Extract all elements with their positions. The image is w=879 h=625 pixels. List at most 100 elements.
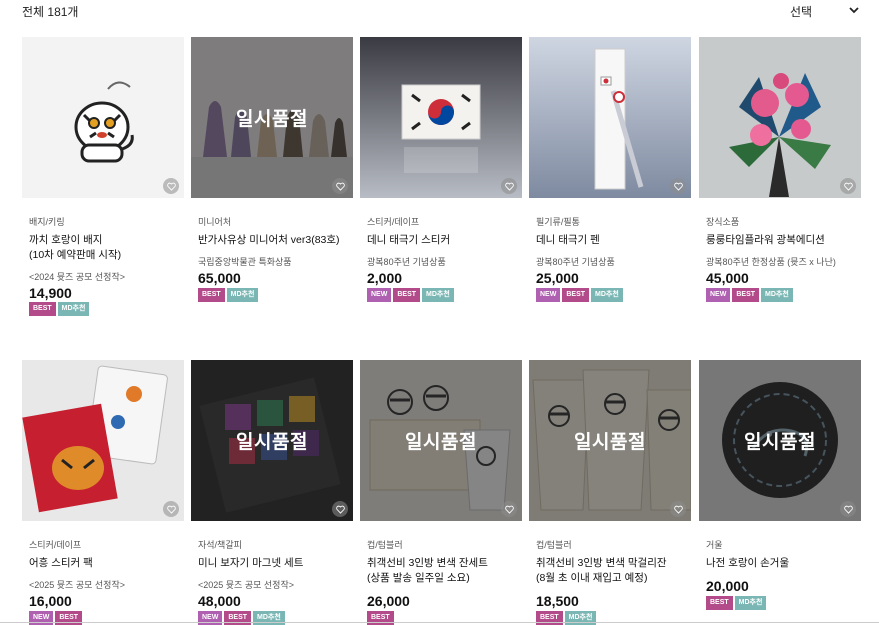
best-badge: BEST bbox=[393, 288, 421, 302]
wishlist-button[interactable] bbox=[840, 178, 856, 194]
wishlist-button[interactable] bbox=[332, 178, 348, 194]
product-name[interactable]: 취객선비 3인방 변색 막걸리잔 (8월 초 이내 재입고 예정) bbox=[536, 556, 691, 586]
best-badge: BEST bbox=[706, 596, 733, 610]
product-card[interactable]: 일시품절 컵/텀블러 취객선비 3인방 변색 잔세트 (상품 발송 일주일 소요)… bbox=[360, 360, 522, 625]
heart-icon bbox=[504, 505, 514, 514]
heart-icon bbox=[166, 182, 176, 191]
product-name[interactable]: 미니 보자기 마그넷 세트 bbox=[198, 556, 353, 571]
badge-group: BEST MD추천 bbox=[29, 302, 90, 316]
product-price: 45,000 bbox=[706, 270, 749, 286]
product-name[interactable]: 데니 태극기 스티커 bbox=[367, 233, 522, 248]
heart-icon bbox=[335, 505, 345, 514]
product-category: 장식소품 bbox=[706, 217, 740, 227]
sort-select[interactable]: 선택 bbox=[790, 3, 862, 19]
tiger-badge-illustration bbox=[22, 37, 184, 198]
product-price: 48,000 bbox=[198, 593, 241, 609]
best-badge: BEST bbox=[29, 302, 56, 316]
product-name-line1[interactable]: 데니 태극기 스티커 bbox=[367, 233, 522, 248]
product-price: 2,000 bbox=[367, 270, 403, 286]
wishlist-button[interactable] bbox=[840, 501, 856, 517]
wishlist-button[interactable] bbox=[332, 501, 348, 517]
product-card[interactable]: 일시품절 거울 나전 호랑이 손거울 20,000 BEST MD추천 bbox=[699, 360, 861, 625]
product-name[interactable]: 어흥 스티커 팩 bbox=[29, 556, 184, 571]
md-badge: MD추천 bbox=[422, 288, 454, 302]
product-category: 컵/텀블러 bbox=[367, 540, 403, 550]
product-price: 20,000 bbox=[706, 578, 749, 594]
best-badge: BEST bbox=[198, 288, 225, 302]
md-badge: MD추천 bbox=[734, 596, 767, 610]
badge-group: NEW BEST MD추천 bbox=[367, 288, 454, 302]
product-subtitle: <2025 뮷즈 공모 선정작> bbox=[198, 580, 294, 590]
product-image-paper-flower[interactable] bbox=[699, 37, 861, 198]
product-name-line1[interactable]: 미니 보자기 마그넷 세트 bbox=[198, 556, 353, 571]
product-subtitle: <2025 뮷즈 공모 선정작> bbox=[29, 580, 125, 590]
product-name-line1[interactable]: 나전 호랑이 손거울 bbox=[706, 556, 861, 571]
product-name-line2[interactable]: (8월 초 이내 재입고 예정) bbox=[536, 571, 691, 586]
product-price: 18,500 bbox=[536, 593, 579, 609]
chevron-down-icon bbox=[849, 7, 859, 14]
product-category: 스티커/데이프 bbox=[367, 217, 420, 227]
product-subtitle: 국립중앙박물관 특화상품 bbox=[198, 257, 292, 267]
product-name[interactable]: 데니 태극기 펜 bbox=[536, 233, 691, 248]
taegukgi-pen-illustration bbox=[529, 37, 691, 198]
product-name-line2[interactable]: (상품 발송 일주일 소요) bbox=[367, 571, 522, 586]
product-name-line1[interactable]: 룽룽타임플라워 광복에디션 bbox=[706, 233, 861, 248]
product-image-bojagi-magnet-set[interactable]: 일시품절 bbox=[191, 360, 353, 521]
product-category: 필기류/필통 bbox=[536, 217, 580, 227]
wishlist-button[interactable] bbox=[163, 178, 179, 194]
product-name-line1[interactable]: 어흥 스티커 팩 bbox=[29, 556, 184, 571]
product-category: 배지/키링 bbox=[29, 217, 65, 227]
soldout-overlay: 일시품절 bbox=[191, 360, 353, 521]
badge-group: BEST MD추천 bbox=[198, 288, 259, 302]
product-card[interactable]: 스티커/데이프 데니 태극기 스티커 광복80주년 기념상품 2,000 NEW… bbox=[360, 37, 522, 307]
product-image-tiger-sticker-pack[interactable] bbox=[22, 360, 184, 521]
heart-icon bbox=[166, 505, 176, 514]
product-name[interactable]: 취객선비 3인방 변색 잔세트 (상품 발송 일주일 소요) bbox=[367, 556, 522, 586]
product-name-line2[interactable]: (10차 예약판매 시작) bbox=[29, 248, 184, 263]
wishlist-button[interactable] bbox=[501, 178, 517, 194]
product-price: 16,000 bbox=[29, 593, 72, 609]
product-name[interactable]: 룽룽타임플라워 광복에디션 bbox=[706, 233, 861, 248]
divider bbox=[0, 622, 879, 623]
wishlist-button[interactable] bbox=[670, 501, 686, 517]
product-image-tiger-badge[interactable] bbox=[22, 37, 184, 198]
wishlist-button[interactable] bbox=[163, 501, 179, 517]
product-category: 미니어처 bbox=[198, 217, 232, 227]
sort-select-label: 선택 bbox=[790, 5, 813, 19]
product-subtitle: <2024 뮷즈 공모 선정작> bbox=[29, 272, 125, 282]
product-image-taegukgi-pen[interactable] bbox=[529, 37, 691, 198]
product-category: 스티커/데이프 bbox=[29, 540, 82, 550]
product-card[interactable]: 일시품절 미니어처 반가사유상 미니어처 ver3(83호) 국립중앙박물관 특… bbox=[191, 37, 353, 307]
list-header: 전체 181개 선택 bbox=[0, 0, 879, 22]
product-image-mother-of-pearl-mirror[interactable]: 일시품절 bbox=[699, 360, 861, 521]
product-name[interactable]: 반가사유상 미니어처 ver3(83호) bbox=[198, 233, 353, 248]
product-card[interactable]: 일시품절 자석/책갈피 미니 보자기 마그넷 세트 <2025 뮷즈 공모 선정… bbox=[191, 360, 353, 625]
new-badge: NEW bbox=[367, 288, 392, 302]
product-card[interactable]: 장식소품 룽룽타임플라워 광복에디션 광복80주년 한정상품 (뮷즈 x 나난)… bbox=[699, 37, 861, 307]
product-category: 자석/책갈피 bbox=[198, 540, 242, 550]
new-badge: NEW bbox=[706, 288, 731, 302]
wishlist-button[interactable] bbox=[670, 178, 686, 194]
product-name-line1[interactable]: 데니 태극기 펜 bbox=[536, 233, 691, 248]
product-name[interactable]: 나전 호랑이 손거울 bbox=[706, 556, 861, 571]
product-name-line1[interactable]: 취객선비 3인방 변색 막걸리잔 bbox=[536, 556, 691, 571]
best-badge: BEST bbox=[732, 288, 760, 302]
heart-icon bbox=[335, 182, 345, 191]
product-name[interactable]: 까치 호랑이 배지 (10차 예약판매 시작) bbox=[29, 233, 184, 263]
product-name-line1[interactable]: 까치 호랑이 배지 bbox=[29, 233, 184, 248]
product-card[interactable]: 필기류/필통 데니 태극기 펜 광복80주년 기념상품 25,000 NEW B… bbox=[529, 37, 691, 307]
product-image-scholar-makgeolli-cup[interactable]: 일시품절 bbox=[529, 360, 691, 521]
product-card[interactable]: 일시품절 컵/텀블러 취객선비 3인방 변색 막걸리잔 (8월 초 이내 재입고 … bbox=[529, 360, 691, 625]
product-image-taegukgi-sticker[interactable] bbox=[360, 37, 522, 198]
tiger-sticker-pack-illustration bbox=[22, 360, 184, 521]
product-image-scholar-cup-set[interactable]: 일시품절 bbox=[360, 360, 522, 521]
soldout-overlay: 일시품절 bbox=[360, 360, 522, 521]
product-image-miniatures[interactable]: 일시품절 bbox=[191, 37, 353, 198]
heart-icon bbox=[673, 182, 683, 191]
product-name-line1[interactable]: 반가사유상 미니어처 ver3(83호) bbox=[198, 233, 353, 248]
product-card[interactable]: 배지/키링 까치 호랑이 배지 (10차 예약판매 시작) <2024 뮷즈 공모… bbox=[22, 37, 184, 316]
product-name-line1[interactable]: 취객선비 3인방 변색 잔세트 bbox=[367, 556, 522, 571]
wishlist-button[interactable] bbox=[501, 501, 517, 517]
product-card[interactable]: 스티커/데이프 어흥 스티커 팩 <2025 뮷즈 공모 선정작> 16,000… bbox=[22, 360, 184, 625]
soldout-overlay: 일시품절 bbox=[191, 37, 353, 198]
